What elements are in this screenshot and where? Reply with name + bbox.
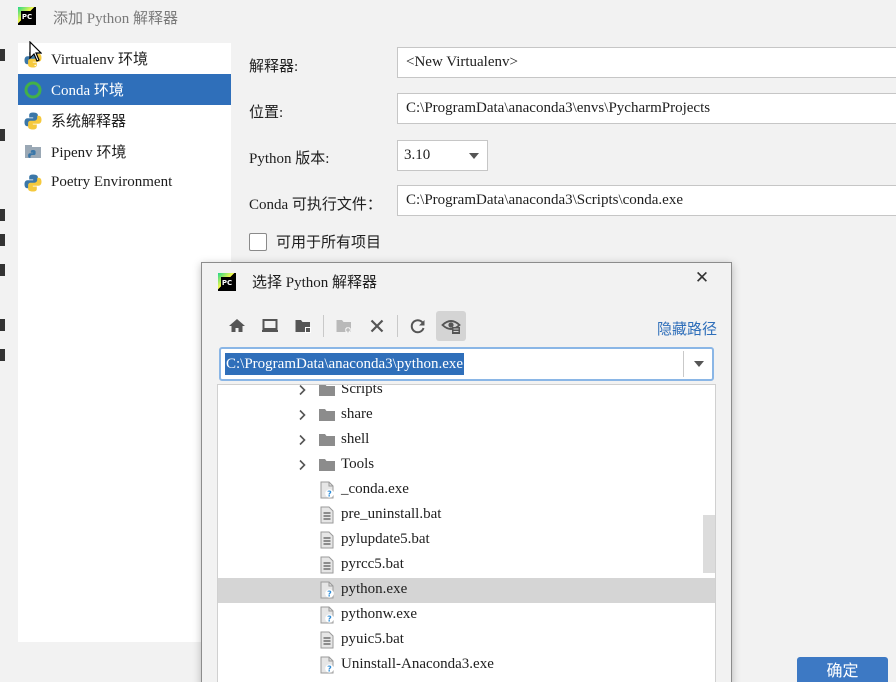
- file-tree: Scripts share shell Tools? _conda.exe pre_uni…: [217, 384, 716, 682]
- svg-text:?: ?: [327, 590, 332, 599]
- svg-text:?: ?: [327, 665, 332, 674]
- interpreter-field[interactable]: <New Virtualenv>: [397, 47, 896, 78]
- tree-item-name: pyuic5.bat: [341, 631, 404, 647]
- tree-item-name: share: [341, 406, 373, 422]
- background-window-edge: [0, 34, 6, 364]
- sidebar-item-label: Poetry Environment: [51, 174, 173, 190]
- svg-text:?: ?: [327, 490, 332, 499]
- interpreter-label: 解释器:: [249, 59, 299, 75]
- chevron-right-icon[interactable]: [295, 458, 309, 472]
- mouse-cursor-icon: [29, 41, 42, 62]
- conda-icon: [23, 80, 43, 100]
- sidebar-item-label: 系统解释器: [51, 114, 127, 130]
- tree-file-row[interactable]: pylupdate5.bat: [218, 528, 715, 553]
- folder-icon: [318, 431, 336, 449]
- hide-path-link[interactable]: 隐藏路径: [657, 318, 717, 339]
- sidebar-item-conda[interactable]: Conda 环境: [18, 74, 231, 105]
- tree-item-name: pylupdate5.bat: [341, 531, 430, 547]
- python-version-value: 3.10: [404, 147, 431, 163]
- dialog-title: 选择 Python 解释器: [252, 275, 378, 291]
- conda-executable-label: Conda 可执行文件：: [249, 197, 382, 213]
- toolbar-separator: [323, 315, 324, 337]
- all-projects-checkbox[interactable]: [249, 232, 267, 251]
- interpreter-type-list: Virtualenv 环境 Conda 环境 系统解释器 Pipenv 环境 P…: [18, 43, 231, 642]
- toolbar-separator: [397, 315, 398, 337]
- text-file-icon: [318, 531, 336, 549]
- folder-icon: [318, 456, 336, 474]
- tree-item-name: Scripts: [341, 384, 383, 397]
- tree-item-name: python.exe: [341, 581, 408, 597]
- tree-item-name: shell: [341, 431, 370, 447]
- executable-file-icon: ?: [318, 581, 336, 599]
- python-version-label: Python 版本:: [249, 151, 330, 167]
- chevron-right-icon[interactable]: [295, 433, 309, 447]
- executable-file-icon: ?: [318, 481, 336, 499]
- conda-executable-field[interactable]: C:\ProgramData\anaconda3\Scripts\conda.e…: [397, 185, 896, 216]
- tree-folder-row[interactable]: Tools: [218, 453, 715, 478]
- chevron-down-icon: [469, 153, 479, 159]
- tree-file-row[interactable]: pyrcc5.bat: [218, 553, 715, 578]
- project-folder-icon[interactable]: [288, 311, 318, 341]
- chevron-right-icon[interactable]: [295, 408, 309, 422]
- tree-folder-row[interactable]: shell: [218, 428, 715, 453]
- chevron-down-icon[interactable]: [694, 361, 704, 367]
- path-input[interactable]: C:\ProgramData\anaconda3\python.exe: [225, 353, 465, 375]
- text-file-icon: [318, 556, 336, 574]
- svg-text:?: ?: [327, 615, 332, 624]
- close-icon[interactable]: ✕: [692, 268, 712, 290]
- window-titlebar: PC 添加 Python 解释器: [0, 0, 896, 34]
- delete-icon[interactable]: [362, 311, 392, 341]
- location-label: 位置:: [249, 105, 284, 121]
- text-file-icon: [318, 506, 336, 524]
- file-chooser-toolbar: [222, 311, 469, 341]
- folder-icon: [318, 385, 336, 399]
- show-hidden-icon[interactable]: [436, 311, 466, 341]
- tree-file-row[interactable]: ? pythonw.exe: [218, 603, 715, 628]
- folder-icon: [318, 406, 336, 424]
- sidebar-item-virtualenv[interactable]: Virtualenv 环境: [18, 43, 231, 74]
- location-field[interactable]: C:\ProgramData\anaconda3\envs\PycharmPro…: [397, 93, 896, 124]
- home-icon[interactable]: [222, 311, 252, 341]
- pycharm-logo-icon: PC: [218, 273, 236, 291]
- tree-item-name: pythonw.exe: [341, 606, 418, 622]
- select-interpreter-dialog: PC 选择 Python 解释器 ✕ 隐藏路径 C:\ProgramData\a…: [201, 262, 732, 682]
- all-projects-label: 可用于所有项目: [276, 235, 382, 251]
- tree-file-row[interactable]: pre_uninstall.bat: [218, 503, 715, 528]
- tree-item-name: pyrcc5.bat: [341, 556, 404, 572]
- ok-button[interactable]: 确定: [797, 657, 888, 682]
- python-icon: [23, 111, 43, 131]
- tree-item-name: _conda.exe: [341, 481, 409, 497]
- tree-folder-row[interactable]: share: [218, 403, 715, 428]
- sidebar-item-label: Conda 环境: [51, 83, 124, 99]
- tree-file-row[interactable]: ? Uninstall-Anaconda3.exe: [218, 653, 715, 678]
- sidebar-item-label: Virtualenv 环境: [51, 52, 148, 68]
- sidebar-item-label: Pipenv 环境: [51, 145, 127, 161]
- sidebar-item-poetry[interactable]: Poetry Environment: [18, 167, 231, 198]
- all-projects-option: 可用于所有项目: [249, 231, 381, 252]
- tree-item-name: pre_uninstall.bat: [341, 506, 442, 522]
- path-combobox[interactable]: C:\ProgramData\anaconda3\python.exe: [219, 347, 714, 381]
- sidebar-item-pipenv[interactable]: Pipenv 环境: [18, 136, 231, 167]
- tree-scrollbar[interactable]: [703, 515, 715, 573]
- pycharm-logo-icon: PC: [18, 7, 36, 25]
- tree-file-row[interactable]: pyuic5.bat: [218, 628, 715, 653]
- tree-item-name: Tools: [341, 456, 375, 472]
- sidebar-item-system[interactable]: 系统解释器: [18, 105, 231, 136]
- refresh-icon[interactable]: [403, 311, 433, 341]
- tree-file-row[interactable]: ? python.exe: [218, 578, 715, 603]
- tree-file-row[interactable]: ? _conda.exe: [218, 478, 715, 503]
- executable-file-icon: ?: [318, 606, 336, 624]
- tree-item-name: Uninstall-Anaconda3.exe: [341, 656, 494, 672]
- desktop-icon[interactable]: [255, 311, 285, 341]
- text-file-icon: [318, 631, 336, 649]
- new-folder-icon[interactable]: [329, 311, 359, 341]
- chevron-right-icon[interactable]: [295, 385, 309, 397]
- executable-file-icon: ?: [318, 656, 336, 674]
- window-title: 添加 Python 解释器: [53, 11, 179, 27]
- python-icon: [23, 173, 43, 193]
- python-version-select[interactable]: 3.10: [397, 140, 488, 171]
- pipenv-icon: [23, 142, 43, 162]
- tree-folder-row[interactable]: Scripts: [218, 384, 715, 403]
